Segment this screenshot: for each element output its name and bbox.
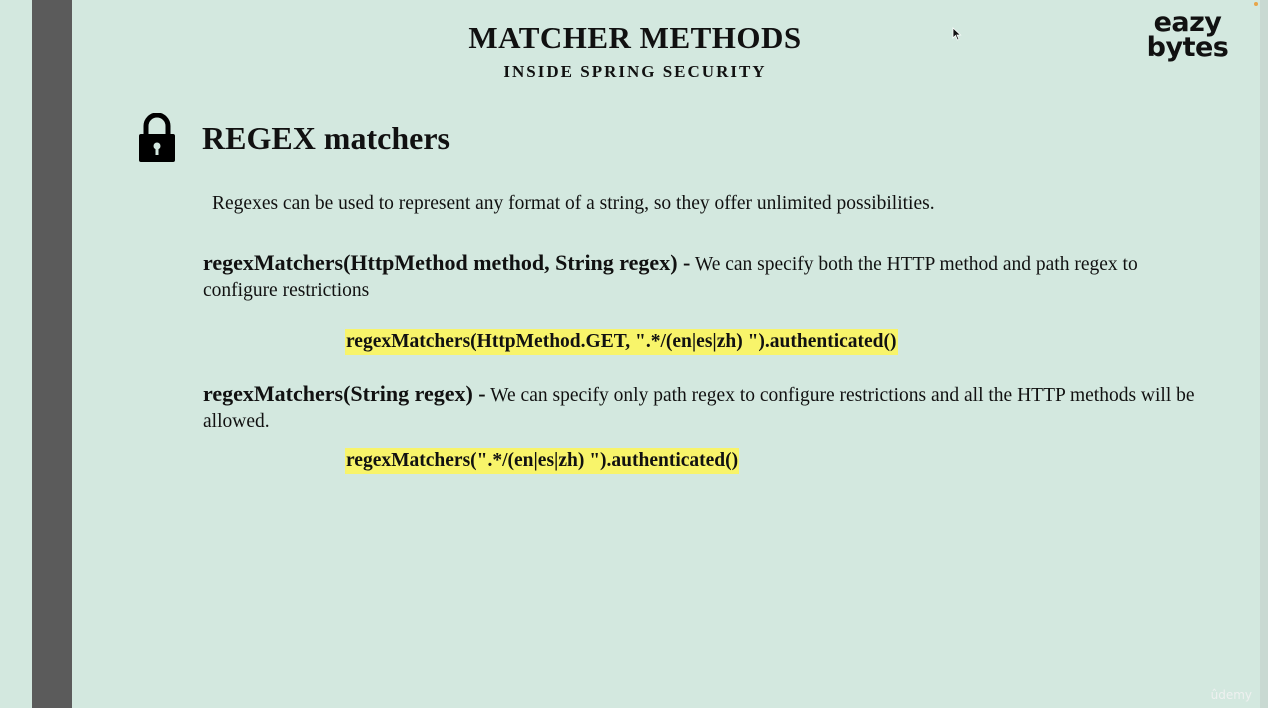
method-description-2: regexMatchers(String regex) - We can spe… <box>203 381 1203 435</box>
left-sidebar-bar <box>32 0 72 708</box>
slide-title: MATCHER METHODS <box>468 20 802 55</box>
intro-text: Regexes can be used to represent any for… <box>212 193 935 214</box>
mouse-cursor-icon <box>952 27 962 41</box>
eazybytes-logo: eazy bytes <box>1140 9 1235 63</box>
corner-indicator <box>1254 2 1258 6</box>
method-signature: regexMatchers(HttpMethod method, String … <box>203 250 691 275</box>
right-edge <box>1260 0 1268 708</box>
section-heading: REGEX matchers <box>202 120 450 156</box>
lock-icon <box>139 113 175 162</box>
udemy-watermark: ûdemy <box>1210 688 1252 702</box>
logo-line-2: bytes <box>1146 32 1229 63</box>
method-signature: regexMatchers(String regex) - <box>203 381 486 406</box>
slide-subtitle: INSIDE SPRING SECURITY <box>503 62 767 81</box>
code-example-1: regexMatchers(HttpMethod.GET, ".*/(en|es… <box>345 329 898 355</box>
method-description-1: regexMatchers(HttpMethod method, String … <box>203 250 1203 304</box>
code-example-2: regexMatchers(".*/(en|es|zh) ").authenti… <box>345 448 740 474</box>
